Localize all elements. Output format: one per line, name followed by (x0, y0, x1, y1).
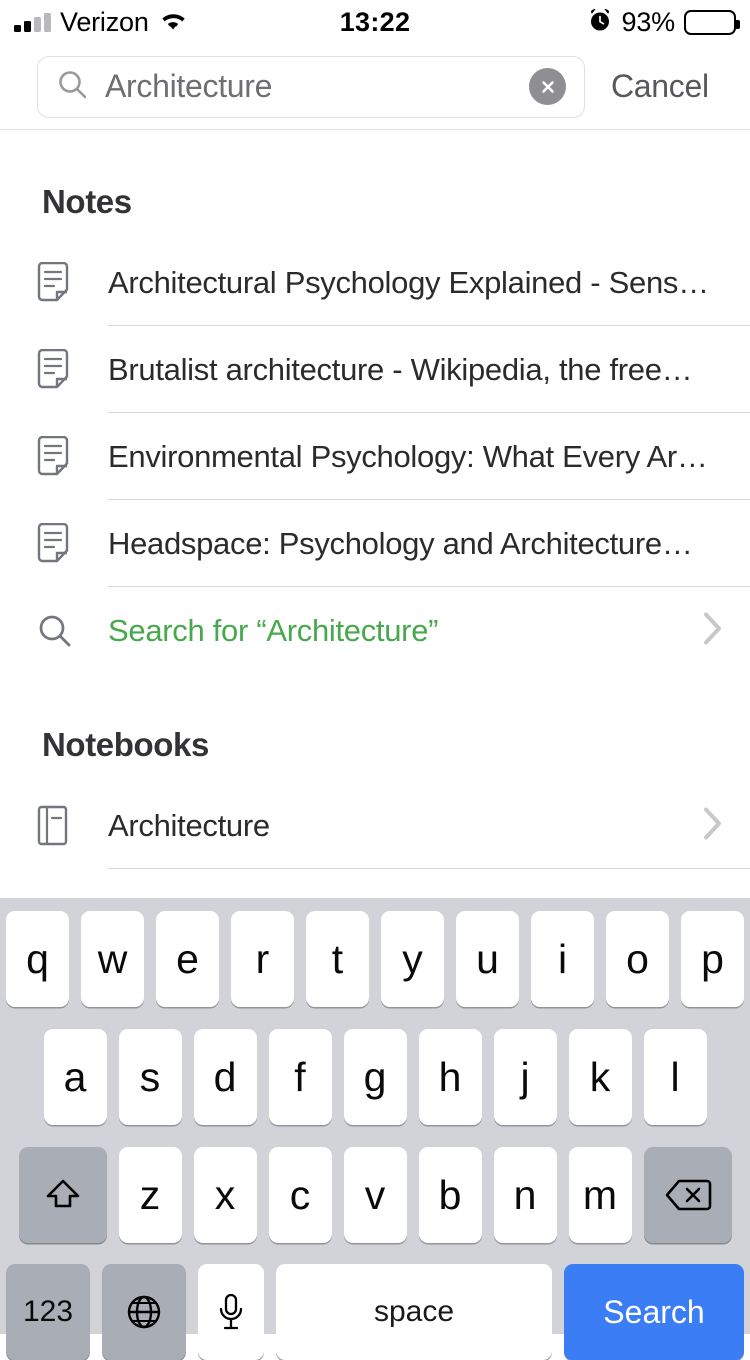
search-query-text: Architecture (105, 68, 273, 104)
key-t[interactable]: t (306, 911, 369, 1007)
key-g[interactable]: g (343, 1029, 407, 1125)
wifi-icon (158, 9, 188, 36)
key-b[interactable]: b (418, 1147, 482, 1243)
key-m[interactable]: m (568, 1147, 632, 1243)
clear-search-button[interactable] (529, 68, 566, 105)
on-screen-keyboard[interactable]: q w e r t y u i o p a s d f g h j k l z … (0, 898, 750, 1360)
search-return-key[interactable]: Search (564, 1264, 744, 1360)
key-x[interactable]: x (193, 1147, 257, 1243)
cellular-signal-icon (14, 12, 51, 32)
status-bar: Verizon 13:22 93% (0, 0, 750, 44)
key-s[interactable]: s (118, 1029, 182, 1125)
note-result-row[interactable]: Environmental Psychology: What Every Ar… (0, 413, 750, 500)
key-p[interactable]: p (681, 911, 744, 1007)
globe-language-icon[interactable] (102, 1264, 186, 1360)
key-u[interactable]: u (456, 911, 519, 1007)
key-q[interactable]: q (6, 911, 69, 1007)
status-bar-left: Verizon (0, 7, 300, 38)
note-result-title: Headspace: Psychology and Architecture… (108, 525, 693, 562)
key-y[interactable]: y (381, 911, 444, 1007)
carrier-label: Verizon (60, 6, 149, 37)
keyboard-row-2: a s d f g h j k l (0, 1029, 750, 1125)
row-divider (108, 868, 750, 869)
search-icon (56, 68, 89, 106)
backspace-delete-icon[interactable] (643, 1147, 732, 1243)
search-input[interactable]: Architecture (37, 55, 585, 118)
key-r[interactable]: r (231, 911, 294, 1007)
key-z[interactable]: z (118, 1147, 182, 1243)
note-result-title: Environmental Psychology: What Every Ar… (108, 438, 708, 474)
note-result-title: Architectural Psychology Explained - Sen… (108, 264, 709, 300)
key-l[interactable]: l (643, 1029, 707, 1125)
search-for-query-label: Search for “Architecture” (108, 612, 439, 648)
key-j[interactable]: j (493, 1029, 557, 1125)
keyboard-row-1: q w e r t y u i o p (0, 911, 750, 1007)
keyboard-row-3: z x c v b n m (0, 1147, 750, 1243)
note-result-row[interactable]: Headspace: Psychology and Architecture… (0, 500, 750, 587)
note-result-title: Brutalist architecture - Wikipedia, the … (108, 351, 692, 388)
keyboard-row-4: 123 space Search (0, 1264, 750, 1360)
microphone-icon[interactable] (198, 1264, 264, 1360)
note-document-icon (36, 261, 80, 304)
key-e[interactable]: e (156, 911, 219, 1007)
section-title-notebooks: Notebooks (42, 726, 209, 763)
note-document-icon (36, 348, 80, 391)
section-title-notes: Notes (42, 183, 132, 220)
chevron-right-icon (702, 610, 724, 651)
status-bar-right: 93% (450, 7, 750, 38)
key-o[interactable]: o (606, 911, 669, 1007)
key-d[interactable]: d (193, 1029, 257, 1125)
note-result-row[interactable]: Brutalist architecture - Wikipedia, the … (0, 326, 750, 413)
key-k[interactable]: k (568, 1029, 632, 1125)
space-key[interactable]: space (276, 1264, 552, 1360)
key-c[interactable]: c (268, 1147, 332, 1243)
key-v[interactable]: v (343, 1147, 407, 1243)
key-n[interactable]: n (493, 1147, 557, 1243)
search-screen: Verizon 13:22 93% Architecture Cancel No… (0, 0, 750, 1360)
clock-label: 13:22 (339, 6, 411, 37)
key-w[interactable]: w (81, 911, 144, 1007)
note-document-icon (36, 522, 80, 565)
notebook-result-title: Architecture (108, 807, 270, 844)
notebook-result-row[interactable]: Architecture (0, 782, 750, 869)
search-icon (36, 612, 80, 650)
status-bar-center: 13:22 (300, 7, 450, 38)
cancel-button[interactable]: Cancel (611, 68, 709, 105)
section-notebooks: Notebooks Architecture (0, 674, 750, 869)
battery-percent-label: 93% (621, 6, 676, 37)
key-i[interactable]: i (531, 911, 594, 1007)
alarm-clock-icon (587, 7, 613, 38)
key-a[interactable]: a (43, 1029, 107, 1125)
chevron-right-icon (702, 805, 724, 846)
search-results-list[interactable]: Notes Architectural Psychology Explained… (0, 131, 750, 898)
battery-icon (684, 9, 740, 35)
key-f[interactable]: f (268, 1029, 332, 1125)
numbers-key[interactable]: 123 (6, 1264, 90, 1360)
notebook-icon (36, 805, 80, 847)
search-for-query-row[interactable]: Search for “Architecture” (0, 587, 750, 674)
shift-arrow-icon[interactable] (18, 1147, 107, 1243)
section-notes: Notes Architectural Psychology Explained… (0, 131, 750, 674)
search-bar: Architecture Cancel (0, 44, 750, 130)
note-result-row[interactable]: Architectural Psychology Explained - Sen… (0, 239, 750, 326)
note-document-icon (36, 435, 80, 478)
key-h[interactable]: h (418, 1029, 482, 1125)
